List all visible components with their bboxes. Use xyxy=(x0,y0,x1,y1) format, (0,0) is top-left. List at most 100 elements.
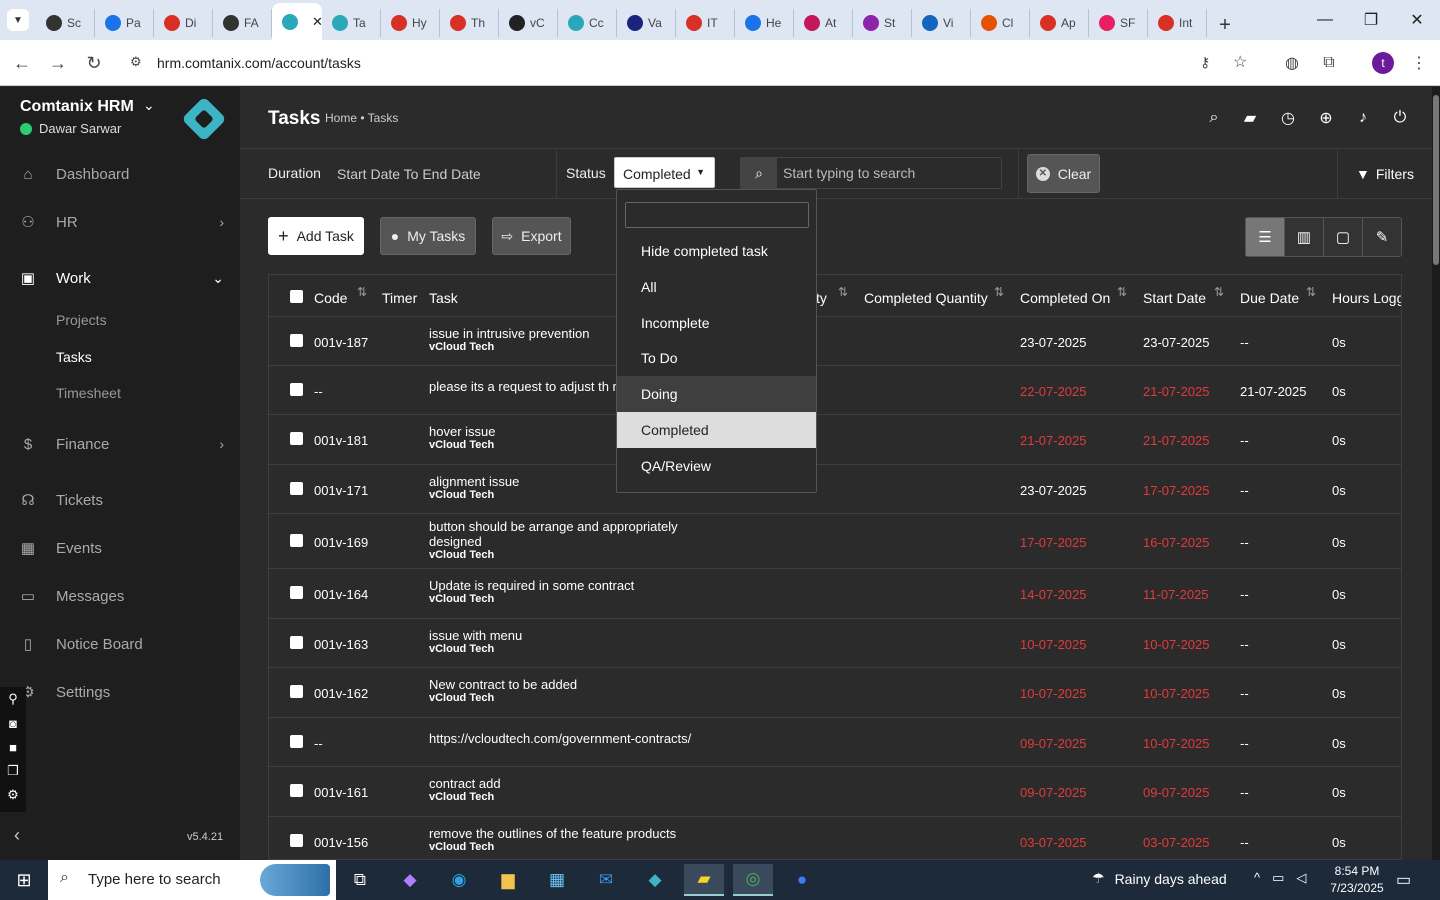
status-option[interactable]: Doing xyxy=(617,376,816,413)
row-checkbox[interactable] xyxy=(290,432,303,445)
row-checkbox[interactable] xyxy=(290,685,303,698)
browser-tab[interactable]: ✕ xyxy=(272,3,323,40)
task-title[interactable]: issue in intrusive prevention xyxy=(429,326,589,341)
address-bar[interactable]: ⚙ hrm.comtanix.com/account/tasks ⚷ ☆ xyxy=(120,46,1270,80)
tab-search-button[interactable]: ▼ xyxy=(0,0,36,40)
row-checkbox[interactable] xyxy=(290,586,303,599)
chrome-menu-icon[interactable]: ⋮ xyxy=(1408,52,1430,74)
password-key-icon[interactable]: ⚷ xyxy=(1200,54,1210,71)
table-row[interactable]: 001v-169 button should be arrange and app… xyxy=(269,514,1401,569)
zoom-icon[interactable]: ● xyxy=(782,864,822,896)
row-checkbox[interactable] xyxy=(290,784,303,797)
video-icon[interactable]: ■ xyxy=(4,739,22,755)
task-title[interactable]: https://vcloudtech.com/government-contra… xyxy=(429,731,691,746)
gear-icon[interactable]: ⚙ xyxy=(4,787,22,803)
minimize-button[interactable]: — xyxy=(1302,0,1348,40)
sort-icon[interactable]: ⇅ xyxy=(1306,285,1316,299)
sort-icon[interactable]: ⇅ xyxy=(1117,285,1127,299)
file-explorer-icon[interactable]: ▆ xyxy=(488,864,528,896)
task-code[interactable]: -- xyxy=(314,736,323,751)
table-row[interactable]: 001v-181 hover issue vCloud Tech 21-07-2025… xyxy=(269,415,1401,465)
profile-avatar[interactable]: t xyxy=(1372,52,1394,74)
status-option[interactable]: Incomplete xyxy=(617,305,816,341)
task-title[interactable]: button should be arrange and appropriate… xyxy=(429,519,678,549)
bell-icon[interactable]: ♪ xyxy=(1352,107,1374,129)
camera-icon[interactable]: ◙ xyxy=(4,715,22,731)
status-option[interactable]: QA/Review xyxy=(617,448,816,484)
power-icon[interactable]: ⏻ xyxy=(1389,107,1411,129)
clock[interactable]: 8:54 PM 7/23/2025 xyxy=(1322,863,1392,897)
sidebar-item-hr[interactable]: ⚇ HR › xyxy=(0,202,240,242)
volume-icon[interactable]: ◁ xyxy=(1296,870,1306,886)
browser-tab[interactable]: Va xyxy=(617,9,676,37)
network-icon[interactable]: ▭ xyxy=(1272,870,1284,886)
table-row[interactable]: 001v-156 remove the outlines of the featu… xyxy=(269,817,1401,859)
table-row[interactable]: 001v-164 Update is required in some contr… xyxy=(269,569,1401,619)
task-title[interactable]: contract add xyxy=(429,776,501,791)
task-title[interactable]: issue with menu xyxy=(429,628,522,643)
col-completed-on[interactable]: Completed On xyxy=(1020,290,1110,306)
translate-icon[interactable]: ◍ xyxy=(1281,52,1303,74)
clock-icon[interactable]: ◷ xyxy=(1277,107,1299,129)
task-code[interactable]: 001v-163 xyxy=(314,637,368,652)
search-icon[interactable]: ⌕ xyxy=(1203,107,1225,129)
row-checkbox[interactable] xyxy=(290,482,303,495)
search-icon[interactable]: ⌕ xyxy=(741,158,777,188)
sidebar-item-settings[interactable]: ⚙ Settings xyxy=(0,672,240,712)
duration-range-input[interactable]: Start Date To End Date xyxy=(337,166,481,182)
calendar-view-icon[interactable]: ▢ xyxy=(1324,218,1363,256)
status-option[interactable]: To Do xyxy=(617,340,816,376)
sticky-notes-icon[interactable]: ▰ xyxy=(684,864,724,896)
browser-tab[interactable]: Hy xyxy=(381,9,440,37)
status-option[interactable]: Hide completed task xyxy=(617,233,816,269)
task-code[interactable]: -- xyxy=(314,384,323,399)
sidebar-item-dashboard[interactable]: ⌂ Dashboard xyxy=(0,154,240,194)
browser-tab[interactable]: Di xyxy=(154,9,213,37)
browser-tab[interactable]: Cl xyxy=(971,9,1030,37)
sidebar-item-finance[interactable]: $ Finance › xyxy=(0,424,240,464)
sort-icon[interactable]: ⇅ xyxy=(1214,285,1224,299)
edge-icon[interactable]: ◉ xyxy=(439,864,479,896)
select-all-checkbox[interactable] xyxy=(290,290,303,303)
task-title[interactable]: remove the outlines of the feature produ… xyxy=(429,826,676,841)
row-checkbox[interactable] xyxy=(290,534,303,547)
task-code[interactable]: 001v-164 xyxy=(314,587,368,602)
notifications-icon[interactable]: ▭ xyxy=(1396,870,1411,890)
taskbar-search[interactable]: ⌕ Type here to search xyxy=(48,860,336,900)
row-checkbox[interactable] xyxy=(290,735,303,748)
sort-icon[interactable]: ⇅ xyxy=(838,285,848,299)
status-option[interactable]: Completed xyxy=(617,412,816,448)
browser-tab[interactable]: Pa xyxy=(95,9,154,37)
table-row[interactable]: -- https://vcloudtech.com/government-cont… xyxy=(269,718,1401,767)
table-row[interactable]: 001v-163 issue with menu vCloud Tech 10-07-… xyxy=(269,619,1401,668)
sidebar-item-events[interactable]: ▦ Events xyxy=(0,528,240,568)
browser-tab[interactable]: At xyxy=(794,9,853,37)
task-name[interactable]: button should be arrange and appropriate… xyxy=(429,519,729,562)
task-name[interactable]: issue with menu vCloud Tech xyxy=(429,628,729,656)
task-code[interactable]: 001v-162 xyxy=(314,686,368,701)
windows-start-icon[interactable]: ⊞ xyxy=(0,860,48,900)
store-icon[interactable]: ▦ xyxy=(537,864,577,896)
table-row[interactable]: 001v-171 alignment issue vCloud Tech 23-07-… xyxy=(269,465,1401,514)
browser-tab[interactable]: Vi xyxy=(912,9,971,37)
row-checkbox[interactable] xyxy=(290,334,303,347)
pin-icon[interactable]: ✎ xyxy=(1363,218,1401,256)
sidebar-subitem-projects[interactable]: Projects xyxy=(56,312,107,328)
link-icon[interactable]: ⚲ xyxy=(4,691,22,707)
col-code[interactable]: Code xyxy=(314,290,347,306)
chrome-icon[interactable]: ◎ xyxy=(733,864,773,896)
task-code[interactable]: 001v-187 xyxy=(314,335,368,350)
chevron-down-icon[interactable]: ⌄ xyxy=(143,97,155,114)
copilot-icon[interactable]: ◆ xyxy=(390,864,430,896)
bookmark-star-icon[interactable]: ☆ xyxy=(1233,52,1247,72)
task-name[interactable]: remove the outlines of the feature produ… xyxy=(429,826,729,854)
table-row[interactable]: 001v-187 issue in intrusive prevention vCl… xyxy=(269,317,1401,366)
extensions-icon[interactable]: ⧉ xyxy=(1318,52,1340,74)
back-button[interactable]: ← xyxy=(9,50,35,76)
list-view-icon[interactable]: ☰ xyxy=(1246,218,1285,256)
task-code[interactable]: 001v-156 xyxy=(314,835,368,850)
clear-button[interactable]: ✕ Clear xyxy=(1027,154,1100,193)
sidebar-subitem-tasks[interactable]: Tasks xyxy=(56,349,92,365)
collapse-sidebar-icon[interactable]: ‹ xyxy=(14,825,20,846)
plus-circle-icon[interactable]: ⊕ xyxy=(1315,107,1337,129)
